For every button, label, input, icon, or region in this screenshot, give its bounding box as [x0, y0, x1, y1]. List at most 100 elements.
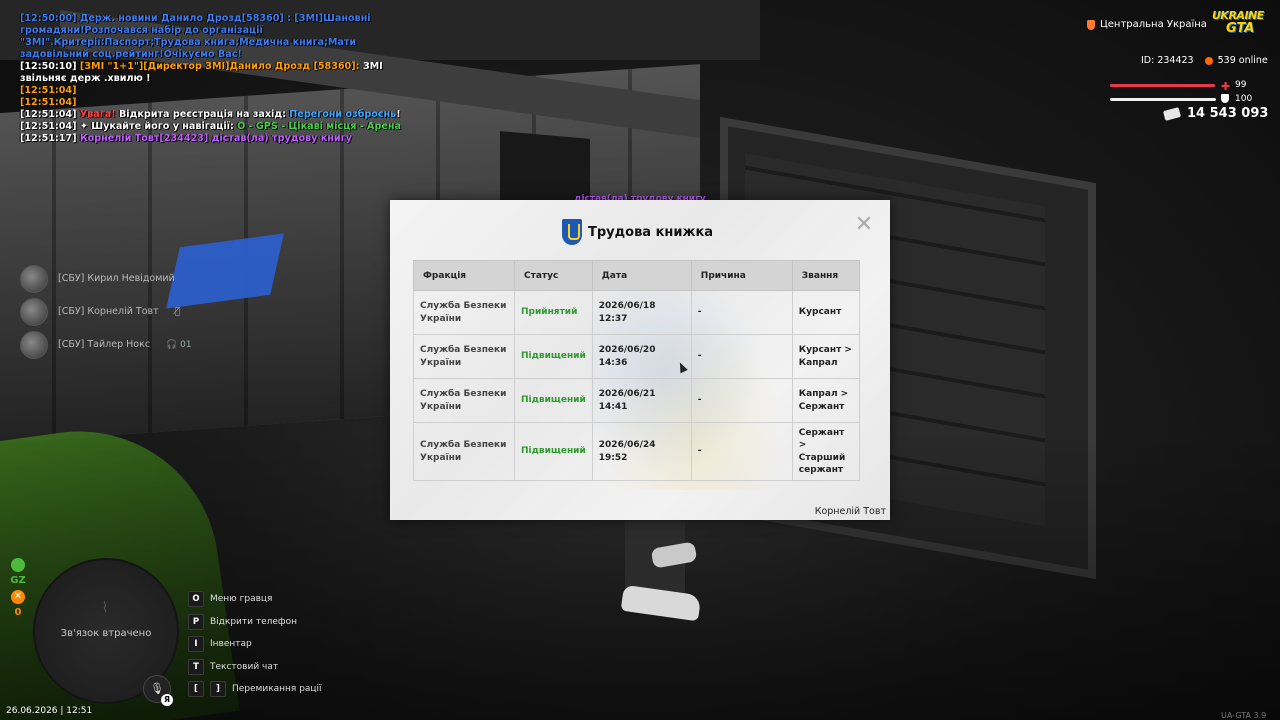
chat-segment: [12:51:04]: [20, 97, 77, 108]
status-indicators: GZ ✕ 0: [9, 558, 27, 618]
cell-status: Підвищений: [514, 334, 593, 379]
key-cap: P: [188, 613, 204, 630]
cell-reason: -: [690, 290, 793, 335]
player-name: [СБУ] Тайлер Нокс: [58, 339, 151, 350]
signature: Корнелій Товт: [814, 506, 886, 517]
nearby-players-list: [СБУ] Кирил Невідомий [СБУ] Корнелій Тов…: [20, 262, 192, 361]
date-time: 26.06.2026 | 12:51: [6, 706, 93, 716]
avatar: [20, 297, 48, 326]
employment-record-modal: ✕ Трудова книжка Фракція Статус Дата При…: [390, 200, 890, 520]
armor-bar: [1110, 98, 1216, 101]
cell-rank: Курсант > Капрал: [791, 334, 861, 379]
chat-line: [12:51:17] Корнелій Товт[234423] дістав(…: [20, 133, 405, 145]
player-name: [СБУ] Кирил Невідомий: [58, 273, 175, 284]
modal-header: Трудова книжка: [562, 219, 713, 245]
keybind-hints: O Меню гравця P Відкрити телефон I Інвен…: [188, 588, 322, 701]
chat-segment: O - GPS - Цікаві місця - Арена: [237, 121, 401, 132]
cell-status: Підвищений: [514, 378, 593, 423]
chat-segment: [12:51:04]: [20, 85, 77, 96]
chat-line: [12:51:04]: [20, 85, 405, 97]
column-header: Фракція: [413, 260, 515, 291]
trident-emblem-icon: [562, 219, 582, 245]
column-header: Дата: [591, 260, 692, 291]
minimap-status-text: Зв'язок втрачено: [60, 628, 152, 639]
chat-segment: [12:50:00] Держ. новини Данило Дрозд[583…: [20, 13, 371, 60]
armor-value: 100: [1235, 94, 1253, 104]
player-row: [СБУ] Кирил Невідомий: [20, 262, 192, 295]
chat-segment: !: [396, 109, 401, 120]
greenzone-shield-icon: [11, 558, 25, 572]
player-id-line: ID: 234423 539 online: [1141, 55, 1268, 66]
chat-segment: [12:51:17]: [20, 133, 80, 144]
cell-faction: Служба Безпеки України: [413, 290, 515, 335]
cell-date: 2026/06/20 14:36: [591, 334, 692, 379]
region-name: Центральна Україна: [1100, 19, 1207, 30]
cell-date: 2026/06/18 12:37: [591, 290, 692, 335]
column-header: Причина: [690, 260, 793, 291]
health-value: 99: [1235, 80, 1247, 90]
chat-log: [12:50:00] Держ. новини Данило Дрозд[583…: [20, 13, 405, 145]
health-cross-icon: ✚: [1221, 80, 1231, 93]
cell-faction: Служба Безпеки України: [413, 422, 515, 481]
cell-faction: Служба Безпеки України: [413, 378, 515, 423]
cell-reason: -: [690, 334, 793, 379]
hint-label: Відкрити телефон: [210, 616, 298, 627]
radio-channel-badge: 🎧 01: [166, 339, 192, 350]
cell-date: 2026/06/24 19:52: [591, 422, 692, 481]
money-icon: [1162, 106, 1182, 121]
logo-bottom-text: GTA: [1226, 21, 1255, 36]
health-bar: [1110, 84, 1215, 87]
table-row: Служба Безпеки України Прийнятий 2026/06…: [413, 290, 861, 335]
chat-segment: Корнелій Товт[234423] дістав(ла) трудову…: [79, 133, 352, 144]
cell-reason: -: [690, 378, 793, 423]
chat-line: [12:51:04] ✦ Шукайте його у навігації: O…: [20, 121, 405, 133]
hint-inventory: I Інвентар: [188, 633, 322, 656]
close-button[interactable]: ✕: [854, 214, 874, 236]
online-icon: [1204, 56, 1213, 65]
armor-shield-icon: [1221, 94, 1229, 103]
player-row: [СБУ] Корнелій Товт 🎙̸: [20, 295, 192, 328]
cell-status: Прийнятий: [514, 290, 593, 335]
chat-segment: [12:50:10]: [20, 61, 80, 72]
chat-segment: [ЗМІ "1+1"][Директор ЗМІ]Данило Дрозд [5…: [79, 61, 363, 72]
game-version: UA-GTA 3.9: [1221, 711, 1267, 720]
chat-segment: Перегони озброєнь: [289, 109, 397, 120]
chat-segment: [12:51:04]: [20, 109, 80, 120]
wanted-level: 0: [14, 607, 22, 618]
no-signal-icon: ⌇: [101, 600, 109, 616]
money-amount: 14 543 093: [1187, 106, 1269, 121]
avatar: [20, 264, 48, 293]
cell-date: 2026/06/21 14:41: [591, 378, 692, 423]
cell-rank: Капрал > Сержант: [791, 378, 861, 423]
key-cap: I: [188, 636, 204, 653]
hint-text-chat: T Текстовий чат: [188, 656, 322, 679]
chat-segment: [12:51:04] ✦ Шукайте його у навігації:: [20, 121, 238, 132]
mic-off-icon: 🎙̸: [174, 306, 181, 317]
table-row: Служба Безпеки України Підвищений 2026/0…: [413, 334, 861, 379]
cell-reason: -: [690, 422, 793, 481]
hint-phone: P Відкрити телефон: [188, 611, 322, 634]
chat-line: [12:51:04]: [20, 97, 405, 109]
region-shield-icon: [1087, 19, 1095, 30]
hint-label: Текстовий чат: [210, 661, 279, 672]
key-cap: [: [188, 681, 204, 698]
chat-segment: Увага!: [79, 109, 119, 120]
region-indicator: Центральна Україна: [1087, 19, 1207, 30]
cell-rank: Сержант > Старший сержант: [791, 422, 861, 481]
chat-line: [12:50:00] Держ. новини Данило Дрозд[583…: [20, 13, 405, 61]
chat-line: [12:50:10] [ЗМІ "1+1"][Директор ЗМІ]Дани…: [20, 61, 405, 85]
player-id: ID: 234423: [1141, 55, 1194, 66]
player-name: [СБУ] Корнелій Товт: [58, 306, 159, 317]
player-row: [СБУ] Тайлер Нокс 🎧 01: [20, 328, 192, 361]
column-header: Статус: [514, 260, 593, 291]
table-row: Служба Безпеки України Підвищений 2026/0…: [413, 422, 861, 481]
keyboard-language: Я: [161, 694, 173, 706]
money-display: 14 543 093: [1162, 106, 1269, 121]
hint-label: Перемикання рації: [232, 684, 322, 695]
cell-faction: Служба Безпеки України: [413, 334, 515, 379]
hint-label: Інвентар: [210, 639, 252, 650]
greenzone-label: GZ: [10, 575, 26, 586]
game-logo: UKRAINE GTA: [1212, 9, 1268, 41]
modal-title: Трудова книжка: [588, 224, 714, 240]
column-header: Звання: [791, 260, 861, 291]
